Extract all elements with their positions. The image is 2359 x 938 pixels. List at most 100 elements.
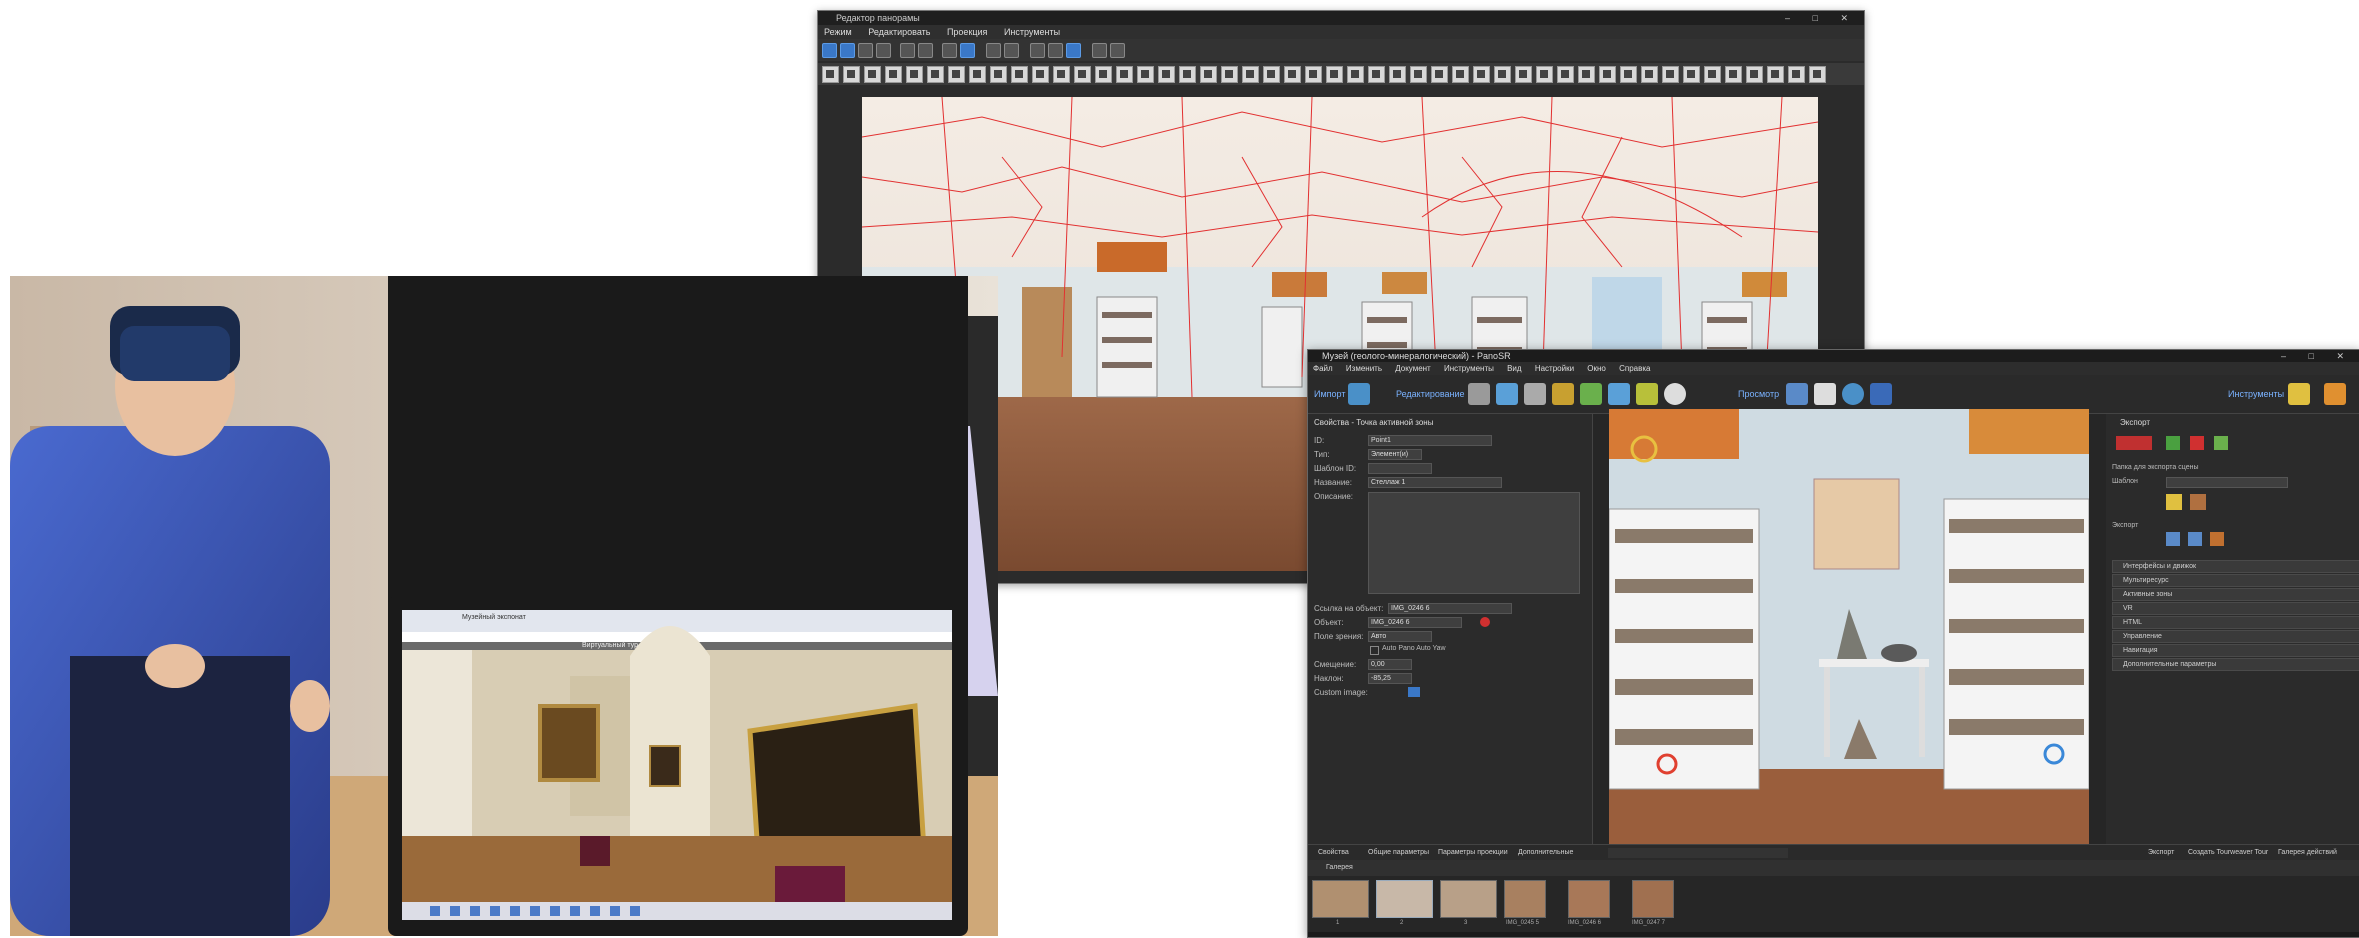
source-image-thumb[interactable] xyxy=(843,66,860,83)
tag-icon[interactable] xyxy=(1636,383,1658,405)
accordion-html[interactable]: HTML xyxy=(2112,616,2359,629)
source-image-thumb[interactable] xyxy=(1620,66,1637,83)
source-image-thumb[interactable] xyxy=(1347,66,1364,83)
field-template-input[interactable] xyxy=(1368,463,1432,474)
source-image-thumb[interactable] xyxy=(822,66,839,83)
select-tool-icon[interactable] xyxy=(822,43,837,58)
source-image-thumb[interactable] xyxy=(1599,66,1616,83)
puzzle-icon[interactable] xyxy=(1580,383,1602,405)
source-image-thumb[interactable] xyxy=(906,66,923,83)
gallery-thumb[interactable] xyxy=(1568,880,1610,918)
menu-item-edit[interactable]: Изменить xyxy=(1346,364,1382,373)
crop-tool-icon[interactable] xyxy=(876,43,891,58)
accordion-advanced[interactable]: Дополнительные параметры xyxy=(2112,658,2359,671)
accordion-controls[interactable]: Управление xyxy=(2112,630,2359,643)
source-image-thumb[interactable] xyxy=(1494,66,1511,83)
source-image-thumb[interactable] xyxy=(1389,66,1406,83)
accordion-vr[interactable]: VR xyxy=(2112,602,2359,615)
source-image-thumb[interactable] xyxy=(1578,66,1595,83)
wizard-icon[interactable] xyxy=(2324,383,2346,405)
hotspot-icon[interactable] xyxy=(1552,383,1574,405)
view-icon[interactable] xyxy=(1004,43,1019,58)
field-type-select[interactable]: Элемент(и) xyxy=(1368,449,1422,460)
map-icon[interactable] xyxy=(1496,383,1518,405)
source-image-thumb[interactable] xyxy=(1767,66,1784,83)
auto-checkbox[interactable] xyxy=(1370,646,1379,655)
gallery-thumb[interactable] xyxy=(1504,880,1546,918)
menu-item-mode[interactable]: Режим xyxy=(824,27,852,37)
accordion-navigation[interactable]: Навигация xyxy=(2112,644,2359,657)
menu-item-edit[interactable]: Редактировать xyxy=(868,27,930,37)
field-tilt-input[interactable]: -85,25 xyxy=(1368,673,1412,684)
panorama-viewport[interactable] xyxy=(1609,409,2089,849)
export-button[interactable] xyxy=(2116,436,2152,450)
source-image-thumb[interactable] xyxy=(1263,66,1280,83)
source-image-thumb[interactable] xyxy=(1221,66,1238,83)
source-image-thumb[interactable] xyxy=(1410,66,1427,83)
source-image-thumb[interactable] xyxy=(1683,66,1700,83)
field-offset-input[interactable]: 0,00 xyxy=(1368,659,1412,670)
template-box-icon[interactable] xyxy=(2190,494,2206,510)
radar-icon[interactable] xyxy=(1608,383,1630,405)
source-image-thumb[interactable] xyxy=(1242,66,1259,83)
export-web-icon[interactable] xyxy=(2166,532,2180,546)
source-image-thumb[interactable] xyxy=(1326,66,1343,83)
source-image-thumb[interactable] xyxy=(1053,66,1070,83)
source-image-thumb[interactable] xyxy=(1725,66,1742,83)
source-image-thumb[interactable] xyxy=(1305,66,1322,83)
tab-general[interactable]: Общие параметры xyxy=(1368,849,1429,856)
publish-icon[interactable] xyxy=(1870,383,1892,405)
source-image-thumb[interactable] xyxy=(1368,66,1385,83)
tab-export[interactable]: Экспорт xyxy=(2148,849,2174,856)
menu-item-view[interactable]: Вид xyxy=(1507,364,1521,373)
source-image-thumb[interactable] xyxy=(948,66,965,83)
source-image-thumb[interactable] xyxy=(927,66,944,83)
source-image-thumb[interactable] xyxy=(969,66,986,83)
source-image-thumb[interactable] xyxy=(1746,66,1763,83)
menu-item-tools[interactable]: Инструменты xyxy=(1004,27,1060,37)
source-image-thumb[interactable] xyxy=(1095,66,1112,83)
globe-icon[interactable] xyxy=(1842,383,1864,405)
field-name-input[interactable]: Стеллаж 1 xyxy=(1368,477,1502,488)
menu-item-help[interactable]: Справка xyxy=(1619,364,1650,373)
menu-item-window[interactable]: Окно xyxy=(1587,364,1606,373)
save-icon[interactable] xyxy=(2214,436,2228,450)
source-image-thumb[interactable] xyxy=(1431,66,1448,83)
tab-create-tour[interactable]: Создать Tourweaver Tour xyxy=(2188,849,2268,856)
menu-item-settings[interactable]: Настройки xyxy=(1535,364,1574,373)
source-image-thumb[interactable] xyxy=(1200,66,1217,83)
document-icon[interactable] xyxy=(1814,383,1836,405)
accordion-hotspots[interactable]: Активные зоны xyxy=(2112,588,2359,601)
move-tool-icon[interactable] xyxy=(840,43,855,58)
source-image-thumb[interactable] xyxy=(990,66,1007,83)
align-icon[interactable] xyxy=(900,43,915,58)
export-exe-icon[interactable] xyxy=(2188,532,2202,546)
film-reel-icon[interactable] xyxy=(1664,383,1686,405)
source-image-thumb[interactable] xyxy=(1536,66,1553,83)
seam-view-icon[interactable] xyxy=(1066,43,1081,58)
source-image-thumb[interactable] xyxy=(1641,66,1658,83)
source-image-thumb[interactable] xyxy=(1179,66,1196,83)
import-panorama-icon[interactable] xyxy=(1348,383,1370,405)
window-controls[interactable]: – □ ✕ xyxy=(1785,11,1858,25)
source-image-thumb[interactable] xyxy=(1011,66,1028,83)
settings-icon[interactable] xyxy=(960,43,975,58)
add-icon[interactable] xyxy=(2166,436,2180,450)
source-image-thumb[interactable] xyxy=(864,66,881,83)
menu-item-projection[interactable]: Проекция xyxy=(947,27,987,37)
scene-icon[interactable] xyxy=(1468,383,1490,405)
star-icon[interactable] xyxy=(2288,383,2310,405)
menu-item-file[interactable]: Файл xyxy=(1313,364,1333,373)
camera-icon[interactable] xyxy=(1092,43,1107,58)
clear-icon[interactable] xyxy=(1480,617,1490,627)
source-image-thumb[interactable] xyxy=(1704,66,1721,83)
frame-icon[interactable] xyxy=(1030,43,1045,58)
source-image-thumb[interactable] xyxy=(1515,66,1532,83)
source-image-thumb[interactable] xyxy=(885,66,902,83)
source-image-thumb[interactable] xyxy=(1452,66,1469,83)
tab-advanced[interactable]: Дополнительные xyxy=(1518,849,1573,856)
grid-icon[interactable] xyxy=(942,43,957,58)
field-fov-input[interactable]: Авто xyxy=(1368,631,1432,642)
tab-projection[interactable]: Параметры проекции xyxy=(1438,849,1508,856)
source-image-thumb[interactable] xyxy=(1158,66,1175,83)
